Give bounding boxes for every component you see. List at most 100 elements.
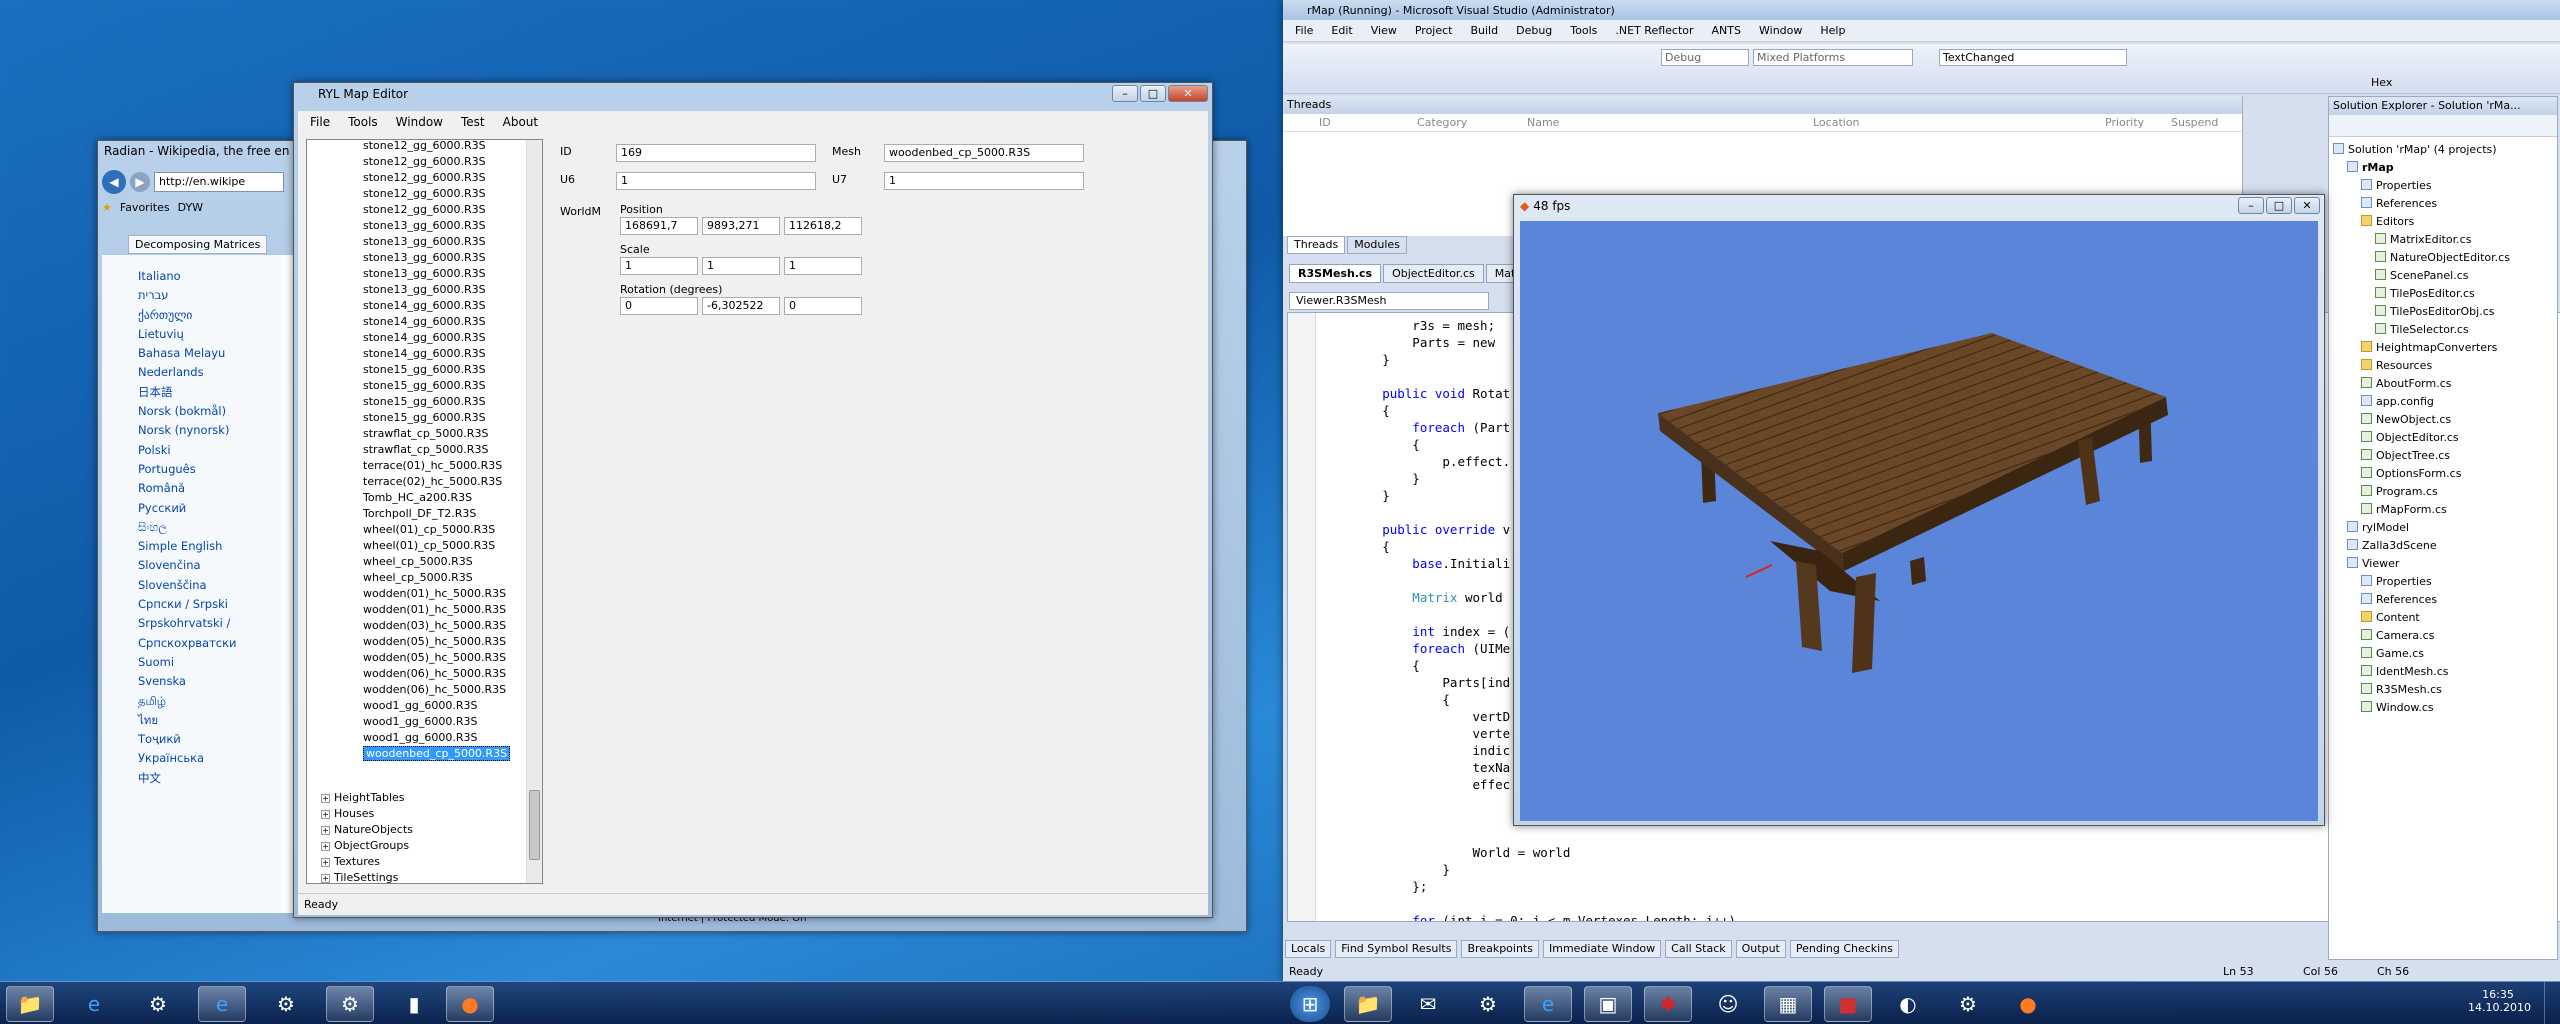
tree-item[interactable]: stone14_gg_6000.R3S [363,314,523,330]
threads-column-header[interactable]: Category [1417,116,1467,129]
language-link[interactable]: Norsk (nynorsk) [138,421,282,440]
language-link[interactable]: Română [138,479,282,498]
solution-item[interactable]: NewObject.cs [2333,411,2510,429]
solution-item[interactable]: TilePosEditorObj.cs [2333,303,2510,321]
viewer-window[interactable]: ◆ 48 fps – □ ✕ [1513,194,2325,826]
solution-item[interactable]: References [2333,195,2510,213]
vs-menu-item[interactable]: Window [1751,22,1810,39]
ryl-menu-file[interactable]: File [302,113,338,131]
tree-item[interactable]: stone14_gg_6000.R3S [363,298,523,314]
threads-column-header[interactable]: Priority [2105,116,2144,129]
tree-item[interactable]: stone15_gg_6000.R3S [363,378,523,394]
platform-dropdown[interactable]: Mixed Platforms [1753,49,1913,66]
expand-icon[interactable]: + [321,858,330,867]
tree-item[interactable]: stone12_gg_6000.R3S [363,186,523,202]
bottom-tab[interactable]: Immediate Window [1542,940,1662,958]
doc-tab-objecteditor[interactable]: ObjectEditor.cs [1383,264,1484,283]
vs-menu-item[interactable]: Tools [1562,22,1605,39]
tree-item[interactable]: stone15_gg_6000.R3S [363,362,523,378]
tree-item[interactable]: terrace(01)_hc_5000.R3S [363,458,523,474]
language-link[interactable]: Norsk (bokmål) [138,402,282,421]
tree-group[interactable]: + NatureObjects [321,822,413,838]
tree-item[interactable]: stone15_gg_6000.R3S [363,394,523,410]
find-combo[interactable]: TextChanged [1939,49,2127,66]
clock[interactable]: 16:35 14.10.2010 [2468,988,2531,1014]
tree-item[interactable]: wood1_gg_6000.R3S [363,698,523,714]
tree-item[interactable]: strawflat_cp_5000.R3S [363,442,523,458]
u6-field[interactable]: 1 [616,172,816,190]
language-link[interactable]: Bahasa Melayu [138,344,282,363]
mesh-field[interactable]: woodenbed_cp_5000.R3S [884,144,1084,162]
object-tree[interactable]: stone12_gg_6000.R3S stone12_gg_6000.R3S st… [306,139,543,884]
id-field[interactable]: 169 [616,144,816,162]
ie-tab[interactable]: Decomposing Matrices [128,235,268,254]
tree-item[interactable]: wheel_cp_5000.R3S [363,570,523,586]
ie-taskbar-icon-3[interactable]: e [1524,986,1572,1022]
language-link[interactable]: עברית [138,286,282,305]
scale-x-field[interactable]: 1 [620,257,698,275]
gear-taskbar-icon[interactable]: ⚙ [326,986,374,1022]
solution-item[interactable]: MatrixEditor.cs [2333,231,2510,249]
vs-menu-item[interactable]: Build [1462,22,1506,39]
tree-item[interactable]: wheel_cp_5000.R3S [363,554,523,570]
calc-taskbar-icon[interactable]: ▦ [1764,986,1812,1022]
tree-item[interactable]: stone13_gg_6000.R3S [363,234,523,250]
scale-y-field[interactable]: 1 [702,257,780,275]
app-taskbar-icon-7[interactable]: ⚙ [1944,986,1992,1022]
language-link[interactable]: Italiano [138,267,282,286]
tab-modules[interactable]: Modules [1347,236,1407,254]
rotation-y-field[interactable]: -6,302522 [702,297,780,315]
language-link[interactable]: 日本語 [138,383,282,402]
solution-item[interactable]: Program.cs [2333,483,2510,501]
solution-item[interactable]: OptionsForm.cs [2333,465,2510,483]
language-link[interactable]: Slovenščina [138,576,282,595]
tree-item[interactable]: stone12_gg_6000.R3S [363,154,523,170]
solution-item[interactable]: Properties [2333,177,2510,195]
app-taskbar-icon-5[interactable]: ■ [1824,986,1872,1022]
ie-address-bar[interactable]: http://en.wikipe [154,172,284,192]
solution-item[interactable]: Content [2333,609,2510,627]
language-link[interactable]: Nederlands [138,363,282,382]
tree-item[interactable]: stone12_gg_6000.R3S [363,170,523,186]
language-link[interactable]: Srpskohrvatski / Српскохрватски [138,614,282,653]
language-link[interactable]: ไทย [138,711,282,730]
solution-item[interactable]: Resources [2333,357,2510,375]
solution-item[interactable]: Solution 'rMap' (4 projects) [2333,141,2510,159]
solution-item[interactable]: Viewer [2333,555,2510,573]
rotation-x-field[interactable]: 0 [620,297,698,315]
ryl-minimize-button[interactable]: – [1112,85,1138,102]
language-link[interactable]: සිංහල [138,518,282,537]
favorites-button[interactable]: Favorites [120,201,170,214]
tree-item[interactable]: stone15_gg_6000.R3S [363,410,523,426]
ryl-window[interactable]: RYL Map Editor – □ ✕ File Tools Window Test… [293,82,1213,918]
viewer-close-button[interactable]: ✕ [2294,197,2320,214]
bottom-tab[interactable]: Find Symbol Results [1335,940,1458,958]
ie-taskbar-icon[interactable]: e [70,986,118,1022]
hex-button[interactable]: Hex [2371,76,2392,89]
vs-menu-item[interactable]: Debug [1508,22,1560,39]
ryl-maximize-button[interactable]: □ [1140,85,1166,102]
solution-item[interactable]: Zalla3dScene [2333,537,2510,555]
app-taskbar-icon-4[interactable]: ☺ [1704,986,1752,1022]
language-link[interactable]: Slovenčina [138,556,282,575]
tree-item[interactable]: stone12_gg_6000.R3S [363,140,523,154]
bottom-tab[interactable]: Breakpoints [1461,940,1539,958]
tree-item[interactable]: wood1_gg_6000.R3S [363,714,523,730]
tree-item[interactable]: stone14_gg_6000.R3S [363,346,523,362]
language-link[interactable]: Simple English [138,537,282,556]
tree-item[interactable]: woodenbed_cp_5000.R3S [363,746,523,762]
language-link[interactable]: Português [138,460,282,479]
viewer-minimize-button[interactable]: – [2238,197,2264,214]
show-desktop-button[interactable] [2544,982,2560,1024]
vs-menu-item[interactable]: File [1287,22,1321,39]
tree-item[interactable]: stone13_gg_6000.R3S [363,266,523,282]
ryl-menu-test[interactable]: Test [453,113,493,131]
explorer-taskbar-icon-2[interactable]: 📁 [1344,986,1392,1022]
tree-item[interactable]: wodden(05)_hc_5000.R3S [363,634,523,650]
u7-field[interactable]: 1 [884,172,1084,190]
tree-item[interactable]: wood1_gg_6000.R3S [363,730,523,746]
tree-item[interactable]: Tomb_HC_a200.R3S [363,490,523,506]
bottom-tab[interactable]: Call Stack [1665,940,1732,958]
firefox-taskbar-icon[interactable]: ● [446,986,494,1022]
solution-item[interactable]: AboutForm.cs [2333,375,2510,393]
